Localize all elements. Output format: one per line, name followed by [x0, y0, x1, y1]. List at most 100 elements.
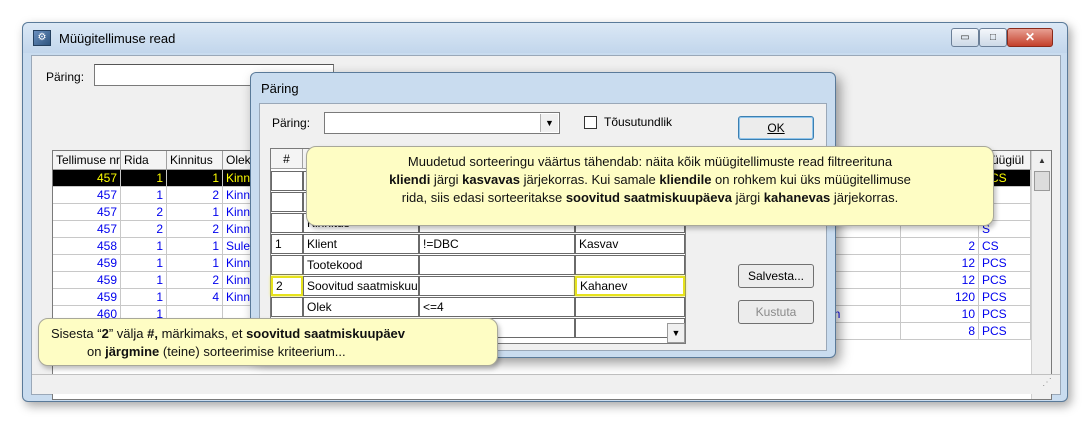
column-header[interactable]: Kinnitus: [167, 151, 223, 170]
table-cell[interactable]: PCS: [979, 289, 1031, 306]
app-icon: ⚙: [33, 30, 51, 46]
chevron-down-icon[interactable]: ▼: [540, 114, 558, 132]
save-button[interactable]: Salvesta...: [738, 264, 814, 288]
table-cell[interactable]: 8: [901, 323, 979, 340]
table-cell[interactable]: 1: [167, 255, 223, 272]
sort-direction-cell[interactable]: [575, 297, 685, 317]
condition-cell[interactable]: !=DBC: [419, 234, 575, 254]
ok-label: OK: [767, 121, 785, 135]
delete-button[interactable]: Kustuta: [738, 300, 814, 324]
table-cell[interactable]: 12: [901, 272, 979, 289]
case-sensitive-checkbox[interactable]: [584, 116, 597, 129]
callout-bold: #,: [147, 326, 158, 341]
condition-cell[interactable]: [419, 276, 575, 296]
vertical-scrollbar[interactable]: ▲▼: [1031, 151, 1051, 399]
scroll-up-icon[interactable]: ▲: [1034, 153, 1050, 169]
sort-order-cell[interactable]: [271, 213, 303, 233]
sort-order-cell[interactable]: [271, 255, 303, 275]
table-cell[interactable]: 459: [53, 255, 121, 272]
table-cell[interactable]: 458: [53, 238, 121, 255]
dialog-client-area: Päring: ▼ Tõusutundlik OK Salvesta... Ku…: [259, 103, 827, 351]
field-name-cell[interactable]: Klient: [303, 234, 419, 254]
callout-text: on: [87, 344, 106, 359]
ok-button[interactable]: OK: [738, 116, 814, 140]
callout-text: Sisesta “: [51, 326, 102, 341]
condition-cell[interactable]: <=4: [419, 297, 575, 317]
field-name-cell[interactable]: Soovitud saatmiskuu: [303, 276, 419, 296]
dialog-query-label: Päring:: [272, 116, 311, 130]
column-header[interactable]: Rida: [121, 151, 167, 170]
table-cell[interactable]: PCS: [979, 323, 1031, 340]
scroll-thumb[interactable]: [1034, 171, 1050, 191]
table-cell[interactable]: 12: [901, 255, 979, 272]
sort-order-cell[interactable]: 2: [271, 276, 303, 296]
maximize-button[interactable]: □: [979, 28, 1007, 47]
minimize-button[interactable]: ▭: [951, 28, 979, 47]
table-cell[interactable]: 2: [901, 238, 979, 255]
condition-cell[interactable]: [419, 255, 575, 275]
sort-direction-cell[interactable]: Kahanev: [575, 276, 685, 296]
chevron-down-icon[interactable]: ▼: [667, 323, 685, 343]
table-cell[interactable]: 1: [121, 272, 167, 289]
table-cell[interactable]: 2: [167, 221, 223, 238]
callout-text: Muudetud sorteeringu väärtus tähendab: n…: [407, 154, 893, 169]
sort-direction-cell[interactable]: Kasvav: [575, 234, 685, 254]
callout-bold: kliendile: [659, 172, 712, 187]
table-cell[interactable]: CS: [979, 238, 1031, 255]
table-cell[interactable]: 2: [167, 272, 223, 289]
table-cell[interactable]: 459: [53, 289, 121, 306]
table-cell[interactable]: 459: [53, 272, 121, 289]
sort-direction-cell[interactable]: [575, 255, 685, 275]
table-cell[interactable]: 1: [121, 187, 167, 204]
table-cell[interactable]: 1: [121, 170, 167, 187]
table-cell[interactable]: 457: [53, 204, 121, 221]
callout-bold: kahanevas: [763, 190, 831, 205]
table-cell[interactable]: 1: [167, 238, 223, 255]
title-bar[interactable]: ⚙ Müügitellimuse read ▭ □ ✕: [23, 23, 1067, 53]
status-bar: ⋰: [32, 374, 1060, 394]
column-header[interactable]: Tellimuse nr.: [53, 151, 121, 170]
callout-text: järgi: [430, 172, 463, 187]
table-cell[interactable]: 457: [53, 221, 121, 238]
table-cell[interactable]: 457: [53, 170, 121, 187]
close-button[interactable]: ✕: [1007, 28, 1053, 47]
table-cell[interactable]: 1: [167, 170, 223, 187]
window-title: Müügitellimuse read: [59, 31, 176, 46]
table-cell[interactable]: 120: [901, 289, 979, 306]
table-cell[interactable]: 1: [121, 238, 167, 255]
table-cell[interactable]: 4: [167, 289, 223, 306]
callout-text: järgi: [731, 190, 764, 205]
sort-order-cell[interactable]: [271, 297, 303, 317]
table-cell[interactable]: PCS: [979, 255, 1031, 272]
sort-order-cell[interactable]: 1: [271, 234, 303, 254]
dialog-query-combo[interactable]: ▼: [324, 112, 560, 134]
table-cell[interactable]: 2: [167, 187, 223, 204]
callout-text: rida, siis edasi sorteeritakse: [401, 190, 566, 205]
table-cell[interactable]: 1: [121, 255, 167, 272]
callout-bold: soovitud saatmiskuupäev: [246, 326, 406, 341]
table-cell[interactable]: 1: [167, 204, 223, 221]
table-cell[interactable]: 1: [121, 289, 167, 306]
callout-text: märkimaks, et: [157, 326, 247, 341]
table-cell[interactable]: 2: [121, 204, 167, 221]
callout-text: järjekorras.: [830, 190, 899, 205]
callout-bold: kasvavas: [462, 172, 520, 187]
sort-order-cell[interactable]: [271, 192, 303, 212]
resize-grip-icon[interactable]: ⋰: [1042, 377, 1056, 391]
callout-text: järjekorras. Kui samale: [519, 172, 660, 187]
field-name-cell[interactable]: Tootekood: [303, 255, 419, 275]
callout-text: ” välja: [108, 326, 148, 341]
callout-text: (teine) sorteerimise kriteerium...: [159, 344, 346, 359]
callout-text: on rohkem kui üks müügitellimuse: [711, 172, 911, 187]
field-name-cell[interactable]: Olek: [303, 297, 419, 317]
table-cell[interactable]: PCS: [979, 306, 1031, 323]
table-cell[interactable]: 10: [901, 306, 979, 323]
callout-bold: soovitud saatmiskuupäeva: [565, 190, 732, 205]
table-cell[interactable]: 2: [121, 221, 167, 238]
table-cell[interactable]: 457: [53, 187, 121, 204]
sort-order-cell[interactable]: [271, 171, 303, 191]
query-label: Päring:: [46, 70, 85, 84]
callout-bold: järgmine: [105, 344, 160, 359]
table-cell[interactable]: PCS: [979, 272, 1031, 289]
callout-enter-number: Sisesta “2” välja #, märkimaks, et soovi…: [38, 318, 498, 366]
